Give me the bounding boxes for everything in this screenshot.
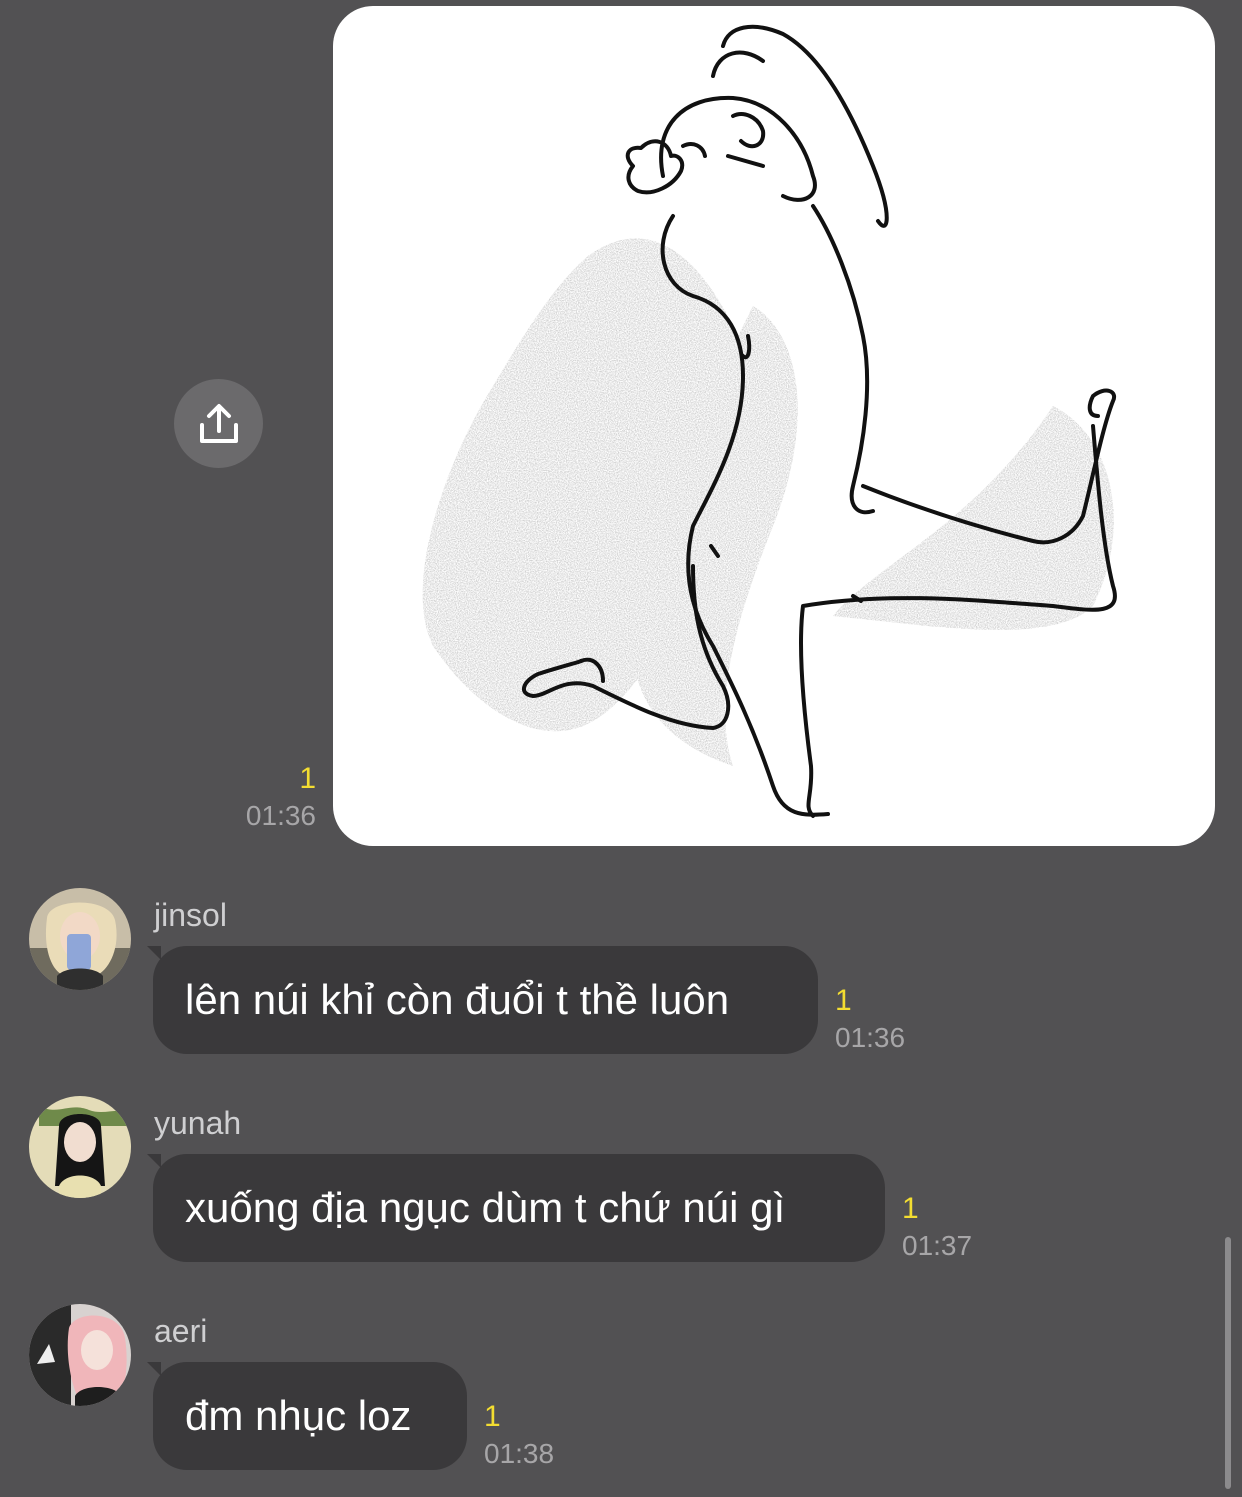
unread-count: 1	[299, 762, 316, 795]
message-bubble[interactable]: đm nhục loz	[153, 1362, 467, 1470]
message-time: 01:36	[835, 1022, 906, 1053]
share-upload-icon	[196, 401, 242, 447]
message-bubble[interactable]: xuống địa ngục dùm t chứ núi gì	[153, 1154, 885, 1262]
scrollbar[interactable]	[1225, 1237, 1231, 1489]
message-meta: 1 01:38	[484, 1398, 554, 1472]
message-meta: 1 01:36	[835, 982, 905, 1056]
unread-count: 1	[484, 1400, 501, 1433]
avatar-yunah[interactable]	[29, 1096, 131, 1198]
bubble-tail	[147, 1362, 161, 1376]
bubble-tail	[147, 946, 161, 960]
sketch-image	[422, 24, 1117, 818]
image-message[interactable]	[333, 6, 1215, 846]
message-bubble[interactable]: lên núi khỉ còn đuổi t thề luôn	[153, 946, 818, 1054]
share-button[interactable]	[174, 379, 263, 468]
bubble-tail	[147, 1154, 161, 1168]
image-message-meta: 1 01:36	[220, 760, 316, 834]
message-meta: 1 01:37	[902, 1190, 972, 1264]
message-time: 01:37	[902, 1230, 973, 1261]
avatar-aeri[interactable]	[29, 1304, 131, 1406]
sender-name: aeri	[154, 1313, 208, 1349]
avatar-jinsol[interactable]	[29, 888, 131, 990]
unread-count: 1	[902, 1192, 919, 1225]
message-time: 01:36	[245, 800, 316, 831]
unread-count: 1	[835, 984, 852, 1017]
message-time: 01:38	[484, 1438, 555, 1469]
sender-name: jinsol	[154, 897, 227, 933]
sender-name: yunah	[154, 1105, 242, 1141]
